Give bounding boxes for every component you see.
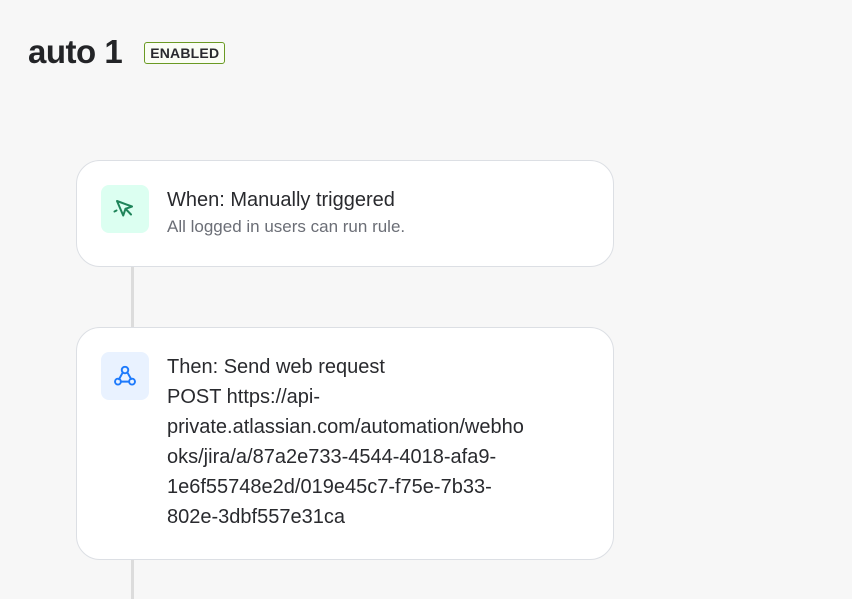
rule-header: auto 1 ENABLED <box>28 30 226 74</box>
rule-title: auto 1 <box>28 33 123 70</box>
trigger-card[interactable]: When: Manually triggered All logged in u… <box>76 160 614 267</box>
action-url-line-4: 1e6f55748e2d/019e45c7-f75e-7b33- <box>167 476 492 498</box>
action-heading: Then: Send web request <box>167 356 385 378</box>
action-content: Then: Send web request POST https://api-… <box>167 352 583 532</box>
trigger-icon-box <box>101 185 149 233</box>
status-badge: ENABLED <box>144 42 226 64</box>
action-card[interactable]: Then: Send web request POST https://api-… <box>76 327 614 560</box>
flow-connector-bottom <box>131 559 134 599</box>
action-url-line-5: 802e-3dbf557e31ca <box>167 506 345 528</box>
action-url-line-3: oks/jira/a/87a2e733-4544-4018-afa9- <box>167 446 497 468</box>
flow-connector <box>131 266 134 328</box>
action-url-line-2: private.atlassian.com/automation/webho <box>167 416 524 438</box>
action-url-line-1: POST https://api- <box>167 386 321 408</box>
action-icon-box <box>101 352 149 400</box>
webhook-icon <box>114 365 136 386</box>
cursor-click-icon <box>113 200 133 217</box>
trigger-heading: When: Manually triggered <box>167 189 395 211</box>
trigger-description: All logged in users can run rule. <box>167 217 406 236</box>
trigger-content: When: Manually triggered All logged in u… <box>167 185 583 239</box>
